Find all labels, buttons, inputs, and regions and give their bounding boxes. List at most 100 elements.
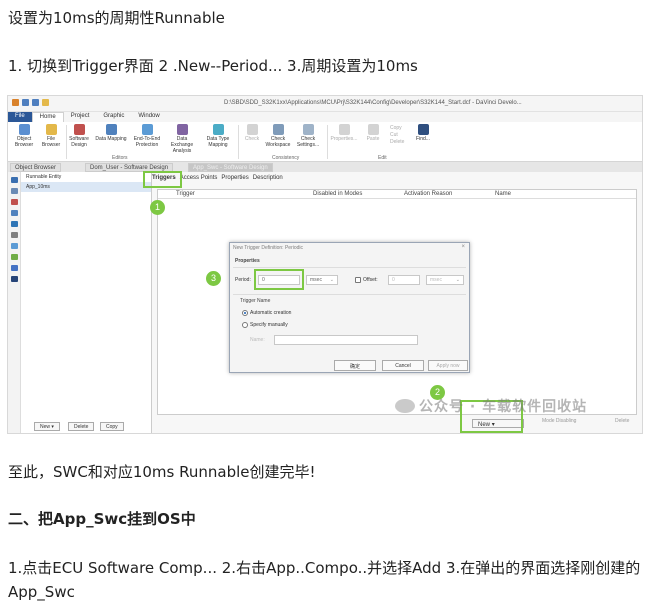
ribbon-tab-file[interactable]: File [8,112,32,122]
dialog-title: New Trigger Definition: Periodic [233,245,304,251]
tool-icon[interactable] [10,210,18,216]
properties-button[interactable]: Properties... [328,124,360,142]
tool-icon[interactable] [10,243,18,249]
tool-icon[interactable] [10,188,18,194]
annotation-marker-1: 1 [150,200,165,215]
file-browser-icon [45,124,57,135]
check-workspace-icon [272,124,284,135]
tool-icon[interactable] [10,232,18,238]
divider [233,294,466,295]
software-design-icon [73,124,85,135]
col-disabled-in-modes: Disabled in Modes [313,191,363,197]
runnable-list-header: Runnable Entity [26,174,62,180]
runnable-delete-button[interactable]: Delete [68,422,95,431]
check-icon [246,124,258,135]
tool-icon[interactable] [10,254,18,260]
radio-selected-icon [242,310,248,316]
group-consistency: Consistency [272,155,300,161]
specify-manually-radio[interactable]: Specify manually [242,322,288,328]
software-design-button[interactable]: Software Design [66,124,92,148]
check-settings-icon [302,124,314,135]
object-browser-icon [18,124,30,135]
object-browser-button[interactable]: Object Browser [11,124,37,148]
window-titlebar: D:\SBD\SDD_S32K1xx\Applications\MCU\Prj\… [8,96,642,112]
col-trigger: Trigger [176,191,195,197]
binoculars-icon [417,124,429,135]
offset-input[interactable]: 0 [388,275,420,285]
check-workspace-button[interactable]: Check Workspace [264,124,292,148]
save-icon[interactable] [22,99,29,106]
steps-2: 1.点击ECU Software Comp... 2.右击App..Compo.… [8,559,641,601]
end-to-end-protection-button[interactable]: End-To-End Protection [132,124,162,148]
copy-button[interactable]: Copy [390,125,402,131]
cancel-button[interactable]: Cancel [382,360,424,371]
divider [233,267,466,268]
check-settings-button[interactable]: Check Settings... [294,124,322,148]
data-mapping-button[interactable]: Data Mapping [94,124,128,142]
automatic-creation-radio[interactable]: Automatic creation [242,310,291,316]
name-input[interactable] [274,335,418,345]
cut-button[interactable]: Cut [390,132,398,138]
runnable-item-app-10ms[interactable]: App_10ms [21,182,151,192]
left-toolbar [8,172,21,433]
period-unit-select[interactable]: msec ⌄ [306,275,338,285]
watermark: 公众号 · 车载软件回收站 [395,396,587,416]
new-trigger-dialog: New Trigger Definition: Periodic × Prope… [229,242,470,373]
properties-heading: Properties [235,258,260,264]
data-type-mapping-icon [212,124,224,135]
paste-icon [367,124,379,135]
data-exchange-analysis-button[interactable]: Data Exchange Analysis [165,124,199,154]
ok-button[interactable]: 确定 [334,360,376,371]
tab-description[interactable]: Description [253,175,283,181]
annotation-box-triggers [143,171,182,188]
wechat-icon [395,399,415,413]
ribbon-tab-window[interactable]: Window [131,112,166,122]
runnable-new-button[interactable]: New ▾ [34,422,60,431]
window-title: D:\SBD\SDD_S32K1xx\Applications\MCU\Prj\… [224,100,522,106]
tool-icon[interactable] [10,177,18,183]
offset-unit-select[interactable]: msec ⌄ [426,275,464,285]
chevron-down-icon: ⌄ [455,277,460,283]
app-icon [12,99,19,106]
ribbon-tab-home[interactable]: Home [31,112,64,122]
ribbon-tab-project[interactable]: Project [64,112,97,122]
heading-periodic-runnable: 设置为10ms的周期性Runnable [8,9,225,27]
mode-disabling-label: Mode Disabling [542,418,577,424]
quick-access-toolbar [12,99,49,106]
period-label: Period: [235,277,251,283]
tab-app-swc-software-design[interactable]: App_Swc - Software Design [188,163,273,172]
data-type-mapping-button[interactable]: Data Type Mapping [203,124,233,148]
tool-icon[interactable] [10,221,18,227]
tab-object-browser[interactable]: Object Browser [10,163,62,172]
delete-button[interactable]: Delete [390,139,404,145]
tool-icon[interactable] [10,265,18,271]
save-all-icon[interactable] [32,99,39,106]
apply-now-button[interactable]: Apply now [428,360,468,371]
runnable-list-panel: Runnable Entity App_10ms New ▾ Delete Co… [21,172,152,433]
paste-button[interactable]: Paste [363,124,383,142]
checkbox-icon [355,277,361,283]
close-icon[interactable]: × [461,244,465,250]
annotation-box-period [254,269,304,290]
group-editors: Editors [112,155,128,161]
tab-access-points[interactable]: Access Points [180,175,218,181]
grid-header: Trigger Disabled in Modes Activation Rea… [158,190,636,199]
open-icon[interactable] [42,99,49,106]
file-browser-button[interactable]: File Browser [38,124,64,148]
offset-checkbox[interactable]: Offset: [355,277,378,283]
runnable-copy-button[interactable]: Copy [100,422,124,431]
steps-1: 1. 切换到Trigger界面 2 .New--Period... 3.周期设置… [8,57,418,75]
trigger-delete-button[interactable]: Delete [615,418,629,424]
tool-icon[interactable] [10,199,18,205]
document-tabs: Object Browser Dom_User - Software Desig… [8,162,642,172]
trigger-name-heading: Trigger Name [240,298,271,304]
ribbon-tab-graphic[interactable]: Graphic [96,112,131,122]
find-button[interactable]: Find... [412,124,434,142]
tool-icon[interactable] [10,276,18,282]
check-button[interactable]: Check [239,124,265,142]
col-activation-reason: Activation Reason [404,191,453,197]
section-heading-2: 二、把App_Swc挂到OS中 [8,510,196,528]
annotation-marker-3: 3 [206,271,221,286]
data-mapping-icon [105,124,117,135]
tab-properties[interactable]: Properties [221,175,248,181]
